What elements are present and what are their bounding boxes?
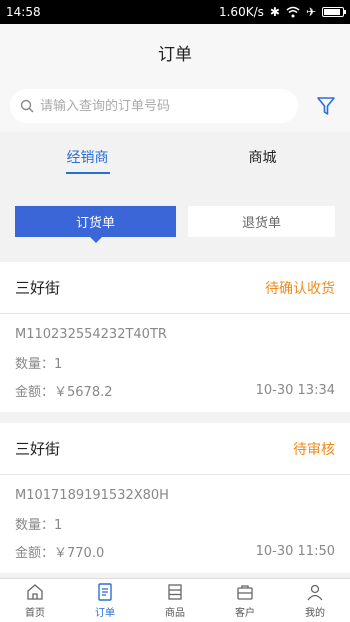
- order-amount-row: 金额：￥5678.2 10-30 13:34: [15, 376, 335, 404]
- order-quantity: 数量：1: [15, 356, 63, 372]
- nav-customers-label: 客户: [235, 608, 255, 619]
- store-name: 三好街: [15, 440, 61, 458]
- store-name: 三好街: [15, 279, 61, 297]
- order-card-body: M110232554232T40TR 数量：1 金额：￥5678.2 10-30…: [0, 314, 350, 412]
- home-icon: [27, 584, 43, 600]
- status-bar: 14:58 1.60K/s ✱ ✈: [0, 0, 350, 24]
- order-amount: 金额：￥5678.2: [15, 384, 113, 400]
- battery-icon: [322, 7, 346, 17]
- search-box[interactable]: [10, 89, 298, 123]
- order-number: M1017189191532X80H: [15, 487, 169, 503]
- nav-profile[interactable]: 我的: [280, 579, 350, 622]
- purchase-order-button[interactable]: 订货单: [15, 206, 176, 237]
- search-icon: [20, 99, 34, 113]
- order-status: 待确认收货: [265, 280, 335, 297]
- bluetooth-icon: ✱: [269, 5, 280, 19]
- customer-icon: [237, 585, 253, 600]
- nav-home-label: 首页: [25, 608, 45, 619]
- filter-icon[interactable]: [316, 96, 336, 116]
- search-input[interactable]: [40, 98, 280, 114]
- nav-orders[interactable]: 订单: [70, 579, 140, 622]
- status-icons: 1.60K/s ✱ ✈: [218, 5, 346, 19]
- network-speed: 1.60K/s: [218, 5, 264, 19]
- battery-level: [324, 9, 341, 15]
- title-bar: 订单: [0, 24, 350, 80]
- nav-customers[interactable]: 客户: [210, 579, 280, 622]
- order-quantity: 数量：1: [15, 517, 63, 533]
- tab-mall[interactable]: 商城: [175, 132, 350, 182]
- channel-tabs: 经销商 商城: [0, 132, 350, 182]
- return-order-button[interactable]: 退货单: [188, 206, 335, 237]
- order-card-header: 三好街 待确认收货: [0, 262, 350, 314]
- order-card-body: M1017189191532X80H 数量：1 金额：￥770.0 10-30 …: [0, 475, 350, 573]
- order-card[interactable]: 三好街 待确认收货 M110232554232T40TR 数量：1 金额：￥56…: [0, 262, 350, 412]
- clock: 14:58: [6, 5, 41, 19]
- order-type-segment: 订货单 退货单: [0, 190, 350, 252]
- order-number: M110232554232T40TR: [15, 326, 167, 342]
- nav-goods-label: 商品: [165, 608, 185, 619]
- airplane-icon: ✈: [305, 5, 316, 19]
- nav-profile-label: 我的: [305, 608, 325, 619]
- bottom-nav: 首页 订单 商品 客户 我的: [0, 578, 350, 622]
- wifi-icon: [286, 6, 300, 18]
- profile-icon: [307, 584, 323, 601]
- search-row: [0, 80, 350, 132]
- order-amount: 金额：￥770.0: [15, 545, 105, 561]
- order-card[interactable]: 三好街 待审核 M1017189191532X80H 数量：1 金额：￥770.…: [0, 423, 350, 573]
- order-icon: [98, 583, 112, 601]
- order-card-header: 三好街 待审核: [0, 423, 350, 475]
- goods-icon: [168, 584, 182, 600]
- tab-distributor[interactable]: 经销商: [0, 132, 175, 182]
- nav-goods[interactable]: 商品: [140, 579, 210, 622]
- page-title: 订单: [158, 44, 192, 65]
- nav-home[interactable]: 首页: [0, 579, 70, 622]
- order-status: 待审核: [293, 441, 335, 458]
- order-amount-row: 金额：￥770.0 10-30 11:50: [15, 537, 335, 565]
- nav-orders-label: 订单: [95, 608, 115, 619]
- order-time: 10-30 11:50: [255, 543, 335, 559]
- order-time: 10-30 13:34: [255, 382, 335, 398]
